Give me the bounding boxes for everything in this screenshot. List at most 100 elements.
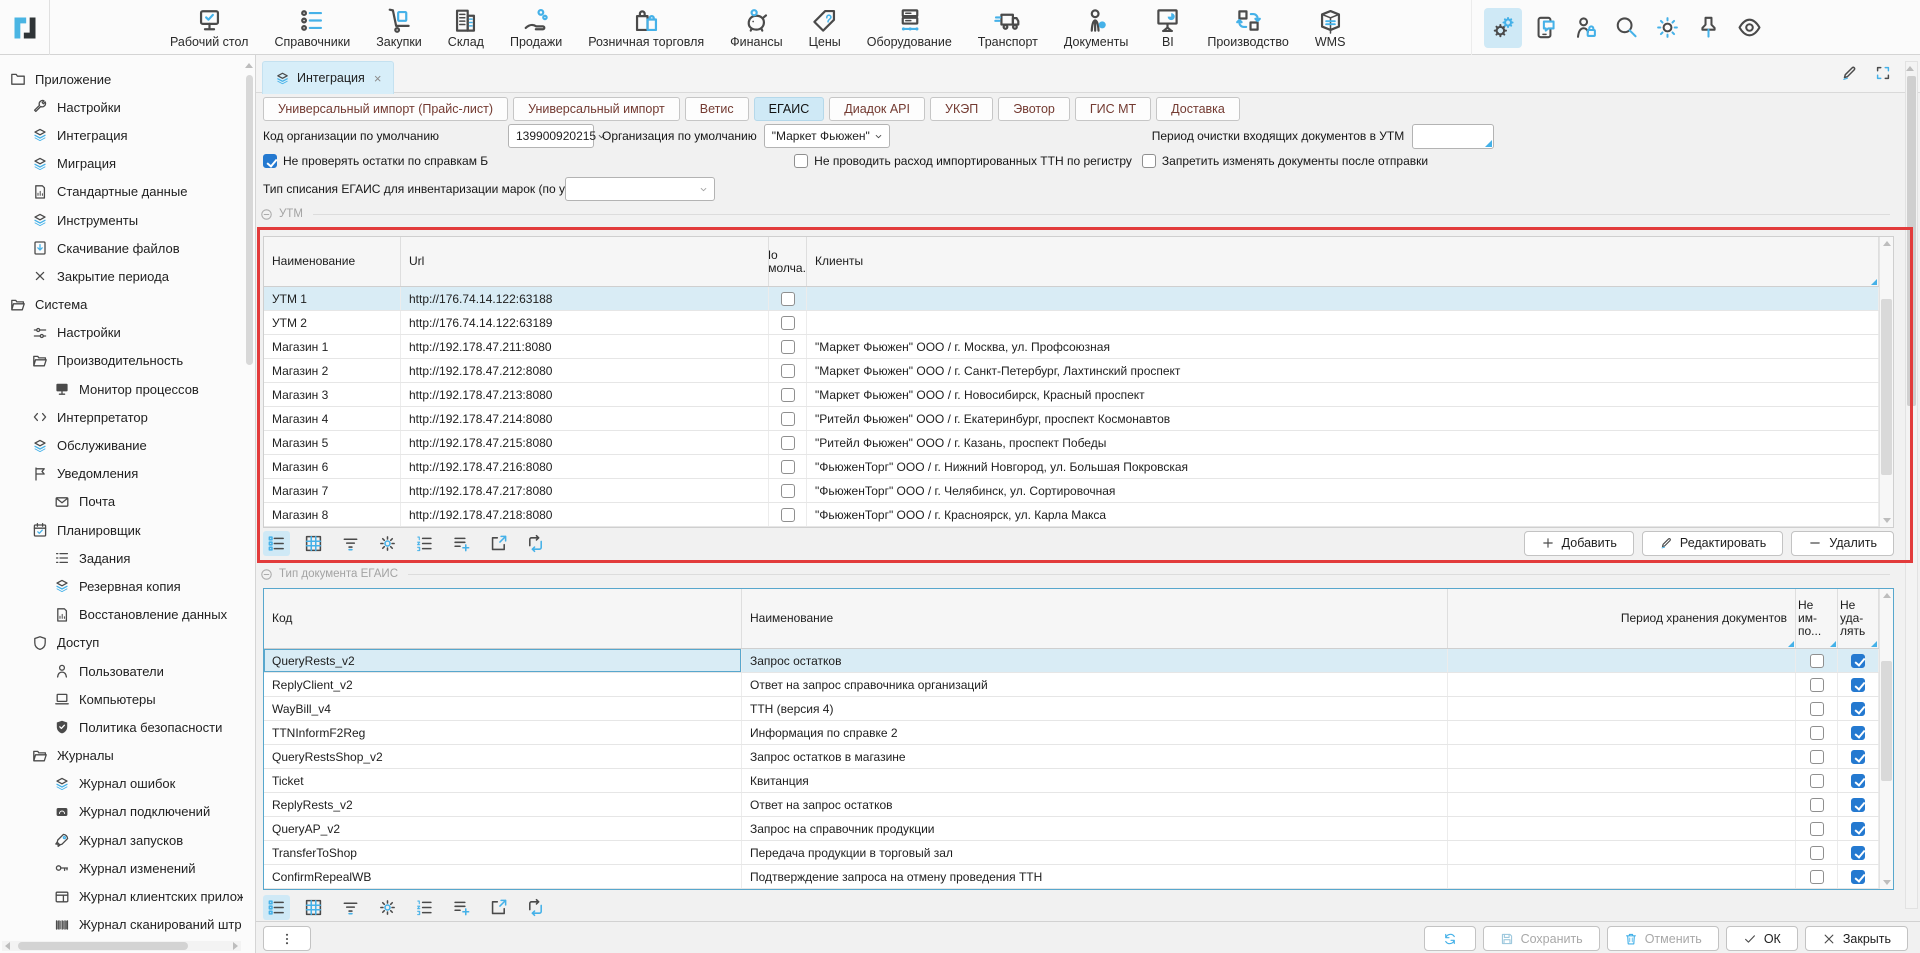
subtab-4[interactable]: Диадок API bbox=[829, 97, 925, 121]
column-header[interactable]: Код bbox=[264, 589, 742, 648]
gear-button[interactable] bbox=[374, 531, 401, 556]
checkbox-forbid-edit[interactable]: Запретить изменять документы после отпра… bbox=[1142, 154, 1428, 168]
menu-item-wms[interactable]: WMS bbox=[1313, 0, 1348, 55]
menu-item-production[interactable]: Производство bbox=[1205, 0, 1291, 55]
sidebar-item[interactable]: Политика безопасности bbox=[0, 713, 243, 741]
utm-default-checkbox[interactable] bbox=[781, 316, 795, 330]
org-code-select[interactable]: 139900920215 bbox=[508, 124, 594, 148]
table-row[interactable]: Магазин 1http://192.178.47.211:8080"Марк… bbox=[264, 335, 1879, 359]
utm-default-checkbox[interactable] bbox=[781, 460, 795, 474]
table-row[interactable]: QueryRestsShop_v2Запрос остатков в магаз… bbox=[264, 745, 1879, 769]
table-row[interactable]: TTNInformF2RegИнформация по справке 2 bbox=[264, 721, 1879, 745]
table-row[interactable]: ReplyRests_v2Ответ на запрос остатков bbox=[264, 793, 1879, 817]
cancel-button[interactable]: Отменить bbox=[1607, 926, 1719, 951]
no-delete-checkbox[interactable] bbox=[1851, 774, 1865, 788]
sidebar-horizontal-scrollbar[interactable] bbox=[2, 941, 241, 951]
no-import-checkbox[interactable] bbox=[1810, 750, 1824, 764]
utm-table-scrollbar[interactable] bbox=[1879, 237, 1893, 527]
refresh-button[interactable] bbox=[1424, 926, 1476, 951]
column-header[interactable]: Период хранения документов bbox=[1448, 589, 1796, 648]
checkbox[interactable] bbox=[1142, 154, 1156, 168]
no-import-checkbox[interactable] bbox=[1810, 774, 1824, 788]
sidebar-item[interactable]: Пользователи bbox=[0, 657, 243, 685]
no-import-checkbox[interactable] bbox=[1810, 726, 1824, 740]
sidebar-item[interactable]: Интеграция bbox=[0, 121, 243, 149]
app-logo[interactable] bbox=[0, 0, 50, 55]
subtab-5[interactable]: УКЭП bbox=[930, 97, 993, 121]
save-button[interactable]: Сохранить bbox=[1483, 926, 1600, 951]
settings-button[interactable] bbox=[1484, 8, 1522, 48]
sidebar-item[interactable]: Журнал запусков bbox=[0, 826, 243, 854]
main-vertical-scrollbar[interactable] bbox=[1905, 61, 1918, 909]
sidebar-item[interactable]: Скачивание файлов bbox=[0, 234, 243, 262]
sidebar-item[interactable]: Приложение bbox=[0, 65, 243, 93]
grid-button[interactable] bbox=[300, 531, 327, 556]
menu-item-finance[interactable]: Финансы bbox=[728, 0, 784, 55]
column-header[interactable]: По умолча... bbox=[769, 237, 807, 286]
table-row[interactable]: WayBill_v4ТТН (версия 4) bbox=[264, 697, 1879, 721]
sidebar-item[interactable]: Доступ bbox=[0, 629, 243, 657]
utm-default-checkbox[interactable] bbox=[781, 388, 795, 402]
table-row[interactable]: ConfirmRepealWBПодтверждение запроса на … bbox=[264, 865, 1879, 889]
sidebar-item[interactable]: Журнал ошибок bbox=[0, 770, 243, 798]
sidebar-item[interactable]: Почта bbox=[0, 488, 243, 516]
table-row[interactable]: TransferToShopПередача продукции в торго… bbox=[264, 841, 1879, 865]
table-row[interactable]: УТМ 2http://176.74.14.122:63189 bbox=[264, 311, 1879, 335]
messages-button[interactable] bbox=[1525, 8, 1563, 48]
no-import-checkbox[interactable] bbox=[1810, 654, 1824, 668]
menu-item-retail[interactable]: Розничная торговля bbox=[586, 0, 706, 55]
checkbox-no-check-rests[interactable]: Не проверять остатки по справкам Б bbox=[263, 154, 488, 168]
column-header[interactable]: Не им- по... bbox=[1796, 589, 1838, 648]
sidebar-item[interactable]: Журнал клиентских прилож bbox=[0, 882, 243, 910]
list-view-button[interactable] bbox=[263, 895, 290, 920]
sidebar-item[interactable]: Компьютеры bbox=[0, 685, 243, 713]
gear-button[interactable] bbox=[374, 895, 401, 920]
no-delete-checkbox[interactable] bbox=[1851, 822, 1865, 836]
table-row[interactable]: Магазин 7http://192.178.47.217:8080"Фьюж… bbox=[264, 479, 1879, 503]
table-row[interactable]: Магазин 6http://192.178.47.216:8080"Фьюж… bbox=[264, 455, 1879, 479]
utm-default-checkbox[interactable] bbox=[781, 484, 795, 498]
list-view-button[interactable] bbox=[263, 531, 290, 556]
collapse-icon[interactable] bbox=[260, 208, 273, 221]
add-button[interactable]: Добавить bbox=[1524, 531, 1634, 556]
org-select[interactable]: "Маркет Фьюжен" ООО bbox=[764, 124, 890, 148]
no-delete-checkbox[interactable] bbox=[1851, 726, 1865, 740]
table-row[interactable]: QueryAP_v2Запрос на справочник продукции bbox=[264, 817, 1879, 841]
subtab-2[interactable]: Ветис bbox=[685, 97, 749, 121]
visibility-button[interactable] bbox=[1730, 8, 1768, 48]
reload-button[interactable] bbox=[522, 895, 549, 920]
menu-item-prices[interactable]: Цены bbox=[807, 0, 843, 55]
table-row[interactable]: УТМ 1http://176.74.14.122:63188 bbox=[264, 287, 1879, 311]
menu-item-equipment[interactable]: Оборудование bbox=[865, 0, 954, 55]
sidebar-item[interactable]: Настройки bbox=[0, 93, 243, 121]
sidebar-item[interactable]: Уведомления bbox=[0, 460, 243, 488]
utm-default-checkbox[interactable] bbox=[781, 508, 795, 522]
no-delete-checkbox[interactable] bbox=[1851, 870, 1865, 884]
sidebar-item[interactable]: Обслуживание bbox=[0, 431, 243, 459]
sidebar-item[interactable]: Интерпретатор bbox=[0, 403, 243, 431]
sidebar-item[interactable]: Планировщик bbox=[0, 516, 243, 544]
doc-types-table-scrollbar[interactable] bbox=[1879, 589, 1893, 889]
ok-button[interactable]: ОК bbox=[1726, 926, 1798, 951]
profile-lock-button[interactable] bbox=[1566, 8, 1604, 48]
sidebar-item[interactable]: Резервная копия bbox=[0, 572, 243, 600]
no-import-checkbox[interactable] bbox=[1810, 822, 1824, 836]
no-delete-checkbox[interactable] bbox=[1851, 798, 1865, 812]
sidebar-item[interactable]: Восстановление данных bbox=[0, 601, 243, 629]
edit-button[interactable]: Редактировать bbox=[1642, 531, 1783, 556]
utm-default-checkbox[interactable] bbox=[781, 292, 795, 306]
menu-item-sales[interactable]: Продажи bbox=[508, 0, 564, 55]
sidebar-item[interactable]: Закрытие периода bbox=[0, 262, 243, 290]
open-ext-button[interactable] bbox=[485, 895, 512, 920]
no-delete-checkbox[interactable] bbox=[1851, 702, 1865, 716]
sidebar-item[interactable]: Инструменты bbox=[0, 206, 243, 234]
menu-item-stock[interactable]: Склад bbox=[446, 0, 486, 55]
menu-item-catalogs[interactable]: Справочники bbox=[272, 0, 352, 55]
filter-button[interactable] bbox=[337, 895, 364, 920]
table-row[interactable]: Магазин 2http://192.178.47.212:8080"Марк… bbox=[264, 359, 1879, 383]
no-delete-checkbox[interactable] bbox=[1851, 678, 1865, 692]
close-button[interactable]: Закрыть bbox=[1805, 926, 1908, 951]
sidebar-item[interactable]: Журналы bbox=[0, 742, 243, 770]
sidebar-item[interactable]: Задания bbox=[0, 544, 243, 572]
subtab-0[interactable]: Универсальный импорт (Прайс-лист) bbox=[263, 97, 508, 121]
